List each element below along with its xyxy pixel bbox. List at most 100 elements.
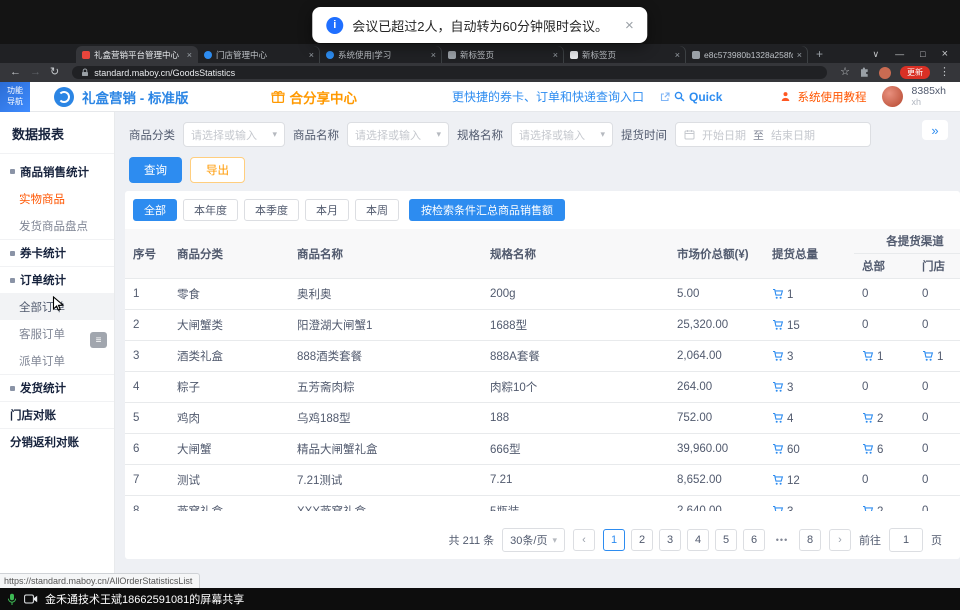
summary-by-criteria-button[interactable]: 按检索条件汇总商品销售额 [409, 199, 565, 221]
prev-page-button[interactable]: ‹ [573, 529, 595, 551]
spec-select[interactable]: 请选择或输入 ▾ [511, 122, 613, 147]
range-tab-all[interactable]: 全部 [133, 199, 177, 221]
bookmark-star-icon[interactable]: ☆ [840, 67, 850, 78]
table-body: 1零食奥利奥200g5.001002大闸蟹类阳澄湖大闸蟹11688型25,320… [125, 279, 960, 512]
cell-no: 8 [125, 496, 169, 512]
page-button-4[interactable]: 4 [687, 529, 709, 551]
window-maximize-button[interactable]: □ [920, 49, 925, 59]
tab-close-icon[interactable]: × [309, 50, 314, 60]
range-tab-quarter[interactable]: 本季度 [244, 199, 299, 221]
sidebar-section-card-stats[interactable]: 券卡统计 [0, 239, 114, 266]
table-row: 2大闸蟹类阳澄湖大闸蟹11688型25,320.001500 [125, 310, 960, 341]
browser-tab-bar: 礼盒营销平台管理中心 × 门店管理中心 × 系统使用|学习 × 新标签页 × 新… [0, 44, 960, 63]
sidebar-section-goods-sales-stats[interactable]: 商品销售统计 [0, 158, 114, 185]
cell-store: 0 [914, 465, 960, 496]
chrome-update-chip[interactable]: 更新 [900, 66, 930, 79]
range-tab-year[interactable]: 本年度 [183, 199, 238, 221]
quick-search-link[interactable]: Quick [660, 90, 722, 104]
sidebar-collapse-handle[interactable]: ≡ [90, 332, 107, 348]
cell-spec: 188 [482, 403, 669, 434]
cell-amount: 264.00 [669, 372, 764, 403]
screen-share-banner: 金禾通技术王斌18662591081的屏幕共享 [45, 591, 244, 607]
window-minimize-button[interactable]: — [895, 49, 904, 59]
page-button-1[interactable]: 1 [603, 529, 625, 551]
collapse-filters-button[interactable]: » [922, 120, 948, 140]
range-tab-week[interactable]: 本周 [355, 199, 399, 221]
user-info[interactable]: 8385xh xh [912, 85, 946, 107]
pickup-count-icon [772, 443, 784, 455]
reload-button[interactable]: ↻ [50, 67, 59, 78]
tab-favicon [82, 51, 90, 59]
page-button-5[interactable]: 5 [715, 529, 737, 551]
cell-amount: 5.00 [669, 279, 764, 310]
back-button[interactable]: ← [10, 67, 21, 78]
page-list: 123456 ••• 8 [603, 529, 821, 551]
browser-profile-avatar[interactable] [879, 67, 891, 79]
pickup-count-icon [862, 443, 874, 455]
search-button[interactable]: 查询 [129, 157, 182, 183]
cell-store: 0 [914, 496, 960, 512]
goods-name-label: 商品名称 [293, 127, 339, 143]
pickup-date-range[interactable]: 开始日期 至 结束日期 [675, 122, 871, 147]
sidebar-item-dispatch-orders[interactable]: 派单订单 [0, 347, 114, 374]
sidebar-item-shipment-inventory[interactable]: 发货商品盘点 [0, 212, 114, 239]
category-select[interactable]: 请选择或输入 ▾ [183, 122, 285, 147]
cell-category: 鸡肉 [169, 403, 289, 434]
extensions-icon[interactable] [859, 67, 870, 78]
page-ellipsis[interactable]: ••• [771, 529, 793, 551]
export-button[interactable]: 导出 [190, 157, 245, 183]
toast-close-icon[interactable]: × [625, 17, 634, 34]
page-button-6[interactable]: 6 [743, 529, 765, 551]
cell-amount: 752.00 [669, 403, 764, 434]
info-icon: i [326, 17, 343, 34]
tab-title: 门店管理中心 [216, 49, 305, 61]
microphone-icon[interactable] [7, 593, 17, 606]
page-size-select[interactable]: 30条/页 ▾ [502, 528, 565, 552]
tab-title: e8c573980b1328a258fd2e6f [704, 50, 793, 60]
share-center-link[interactable]: 合分享中心 [290, 87, 358, 107]
tab-list-chevron-icon[interactable]: ∨ [873, 49, 880, 60]
new-tab-button[interactable]: + [816, 47, 823, 61]
browser-menu-icon[interactable]: ⋮ [939, 67, 950, 78]
tab-close-icon[interactable]: × [797, 50, 802, 60]
tab-close-icon[interactable]: × [553, 50, 558, 60]
sidebar-section-order-stats[interactable]: 订单统计 [0, 266, 114, 293]
goods-table: 序号 商品分类 商品名称 规格名称 市场价总额(¥) 提货总量 各提货渠道 总部… [125, 229, 960, 511]
cell-name: 乌鸡188型 [289, 403, 482, 434]
browser-tab-learning[interactable]: 系统使用|学习 × [320, 46, 442, 63]
toast-text: 会议已超过2人，自动转为60分钟限时会议。 [352, 16, 608, 35]
camera-icon[interactable] [24, 594, 38, 604]
page-button-2[interactable]: 2 [631, 529, 653, 551]
next-page-button[interactable]: › [829, 529, 851, 551]
status-link-preview: https://standard.maboy.cn/AllOrderStatis… [0, 573, 200, 588]
forward-button[interactable]: → [30, 67, 41, 78]
sidebar-item-rebate-reconciliation[interactable]: 分销返利对账 [0, 428, 114, 455]
sidebar-item-physical-goods[interactable]: 实物商品 [0, 185, 114, 212]
page-button-3[interactable]: 3 [659, 529, 681, 551]
window-close-button[interactable]: × [942, 48, 948, 60]
goto-page-input[interactable]: 1 [889, 528, 923, 552]
range-tab-month[interactable]: 本月 [305, 199, 349, 221]
tab-close-icon[interactable]: × [431, 50, 436, 60]
cell-spec: 200g [482, 279, 669, 310]
sidebar-section-shipping-stats[interactable]: 发货统计 [0, 374, 114, 401]
cell-spec: 888A套餐 [482, 341, 669, 372]
tab-close-icon[interactable]: × [675, 50, 680, 60]
tab-close-icon[interactable]: × [187, 50, 192, 60]
tab-title: 礼盒营销平台管理中心 [94, 49, 183, 61]
address-bar[interactable]: standard.maboy.cn/GoodsStatistics [72, 66, 827, 79]
browser-tab-4[interactable]: 新标签页 × [442, 46, 564, 63]
browser-tab-6[interactable]: e8c573980b1328a258fd2e6f × [686, 46, 808, 63]
browser-tab-gift-admin[interactable]: 礼盒营销平台管理中心 × [76, 46, 198, 63]
pickup-count-icon [922, 350, 934, 362]
goods-name-select[interactable]: 请选择或输入 ▾ [347, 122, 449, 147]
browser-tab-5[interactable]: 新标签页 × [564, 46, 686, 63]
tab-favicon [326, 51, 334, 59]
function-nav-block[interactable]: 功能导航 [0, 82, 30, 112]
browser-tab-store-admin[interactable]: 门店管理中心 × [198, 46, 320, 63]
sidebar-item-store-reconciliation[interactable]: 门店对账 [0, 401, 114, 428]
cell-hq: 2 [854, 496, 914, 512]
user-avatar[interactable] [882, 86, 903, 107]
page-button-8[interactable]: 8 [799, 529, 821, 551]
tutorial-link[interactable]: 系统使用教程 [798, 89, 867, 105]
